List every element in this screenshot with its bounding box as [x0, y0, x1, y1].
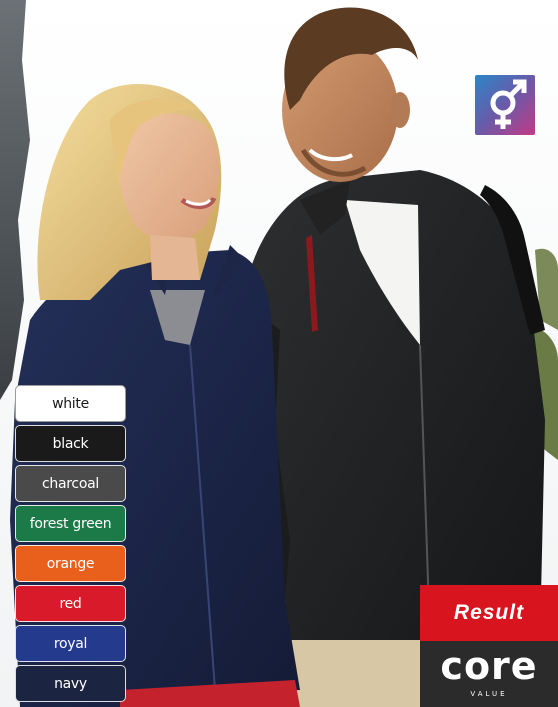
result-logo: Result — [420, 585, 558, 641]
core-value-logo: core VALUE — [420, 641, 558, 707]
swatch-label: charcoal — [42, 475, 99, 492]
swatch-label: red — [59, 595, 82, 612]
swatch-label: royal — [53, 635, 88, 652]
swatch-orange[interactable]: orange — [15, 545, 126, 582]
swatch-royal[interactable]: royal — [15, 625, 126, 662]
swatch-label: navy — [54, 675, 87, 692]
unisex-badge — [475, 75, 535, 135]
swatch-black[interactable]: black — [15, 425, 126, 462]
swatch-red[interactable]: red — [15, 585, 126, 622]
swatch-white[interactable]: white — [15, 385, 126, 422]
swatch-forest-green[interactable]: forest green — [15, 505, 126, 542]
core-logo-text: core — [440, 644, 538, 688]
swatch-label: orange — [46, 555, 95, 572]
result-logo-text: Result — [453, 601, 525, 624]
value-logo-text: VALUE — [470, 690, 508, 698]
unisex-symbol-icon — [490, 79, 527, 129]
colour-swatch-list: white black charcoal forest green orange… — [15, 385, 126, 702]
swatch-navy[interactable]: navy — [15, 665, 126, 702]
swatch-label: forest green — [29, 515, 112, 532]
swatch-label: black — [52, 435, 89, 452]
swatch-charcoal[interactable]: charcoal — [15, 465, 126, 502]
swatch-label: white — [52, 395, 89, 412]
